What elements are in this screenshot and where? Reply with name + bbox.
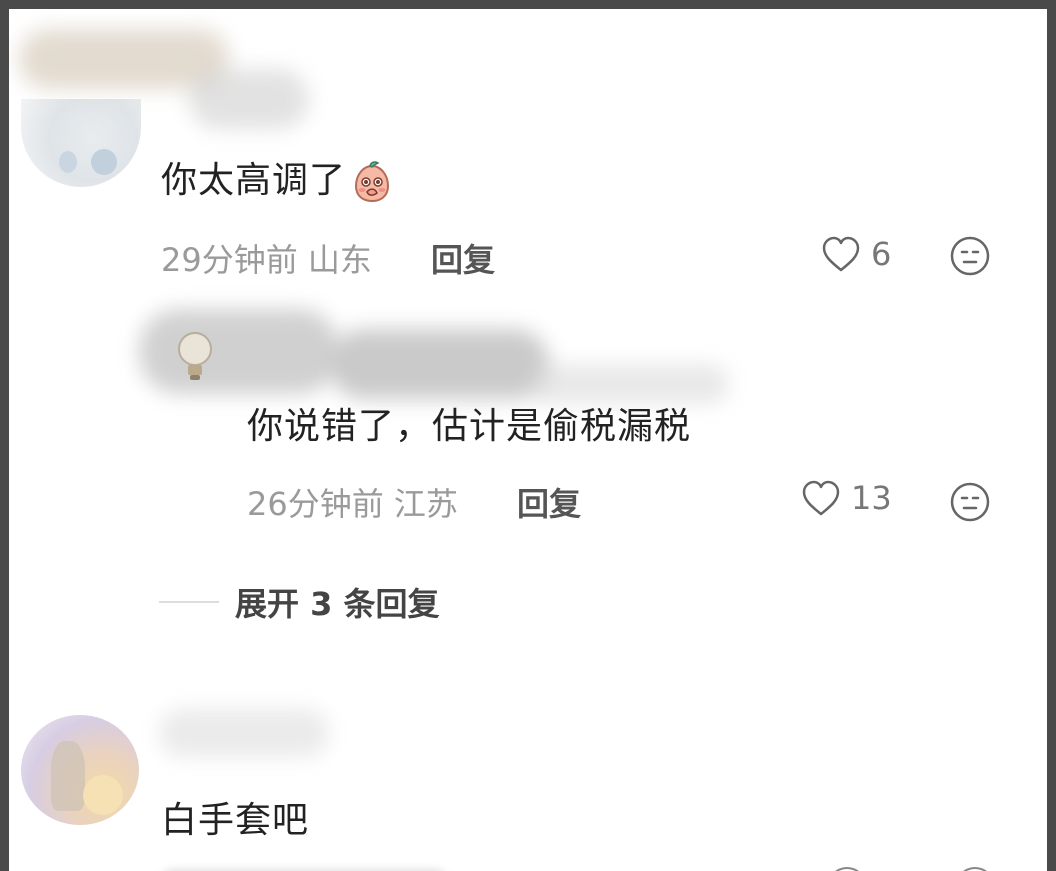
- neutral-face-icon: [950, 482, 990, 522]
- expand-replies-button[interactable]: 展开 3 条回复: [159, 579, 440, 625]
- like-count: 6: [871, 235, 892, 273]
- like-button[interactable]: 6: [821, 235, 891, 273]
- clipped-face-icon: [955, 867, 995, 871]
- comment-list: 你太高调了 29分钟前 山东 回复 6 你说错了，估计是偷税漏税 26分钟前 江…: [0, 0, 1056, 871]
- avatar[interactable]: [21, 715, 139, 825]
- username-obscured[interactable]: [159, 709, 329, 757]
- neutral-face-icon: [950, 236, 990, 276]
- reply-like-button[interactable]: 13: [801, 479, 892, 517]
- reply-text: 你说错了，估计是偷税漏税: [247, 406, 692, 447]
- reply-reply-button[interactable]: 回复: [517, 479, 581, 525]
- comment-text: 白手套吧: [161, 800, 310, 841]
- reply-like-count: 13: [851, 479, 892, 517]
- reply-location: 江苏: [393, 485, 458, 523]
- reply-username-obscured[interactable]: [329, 329, 549, 399]
- heart-icon: [822, 236, 860, 272]
- reply-button[interactable]: 回复: [431, 235, 495, 281]
- comment-location: 山东: [307, 241, 372, 279]
- expand-replies-label: 展开 3 条回复: [235, 585, 440, 623]
- comment-time: 29分钟前 山东: [161, 241, 372, 279]
- divider: [159, 601, 219, 603]
- dislike-button[interactable]: [949, 235, 991, 277]
- reply-avatar[interactable]: [169, 327, 221, 387]
- username-obscured-extra: [189, 69, 309, 129]
- avatar[interactable]: [21, 99, 141, 187]
- shy-peach-emoji-icon: [350, 160, 394, 204]
- lightbulb-icon: [178, 332, 212, 380]
- reply-time: 26分钟前 江苏: [247, 485, 458, 523]
- comment-text: 你太高调了: [161, 151, 394, 204]
- heart-icon: [802, 480, 840, 516]
- clipped-like-icon: [827, 867, 867, 871]
- reply-dislike-button[interactable]: [949, 481, 991, 523]
